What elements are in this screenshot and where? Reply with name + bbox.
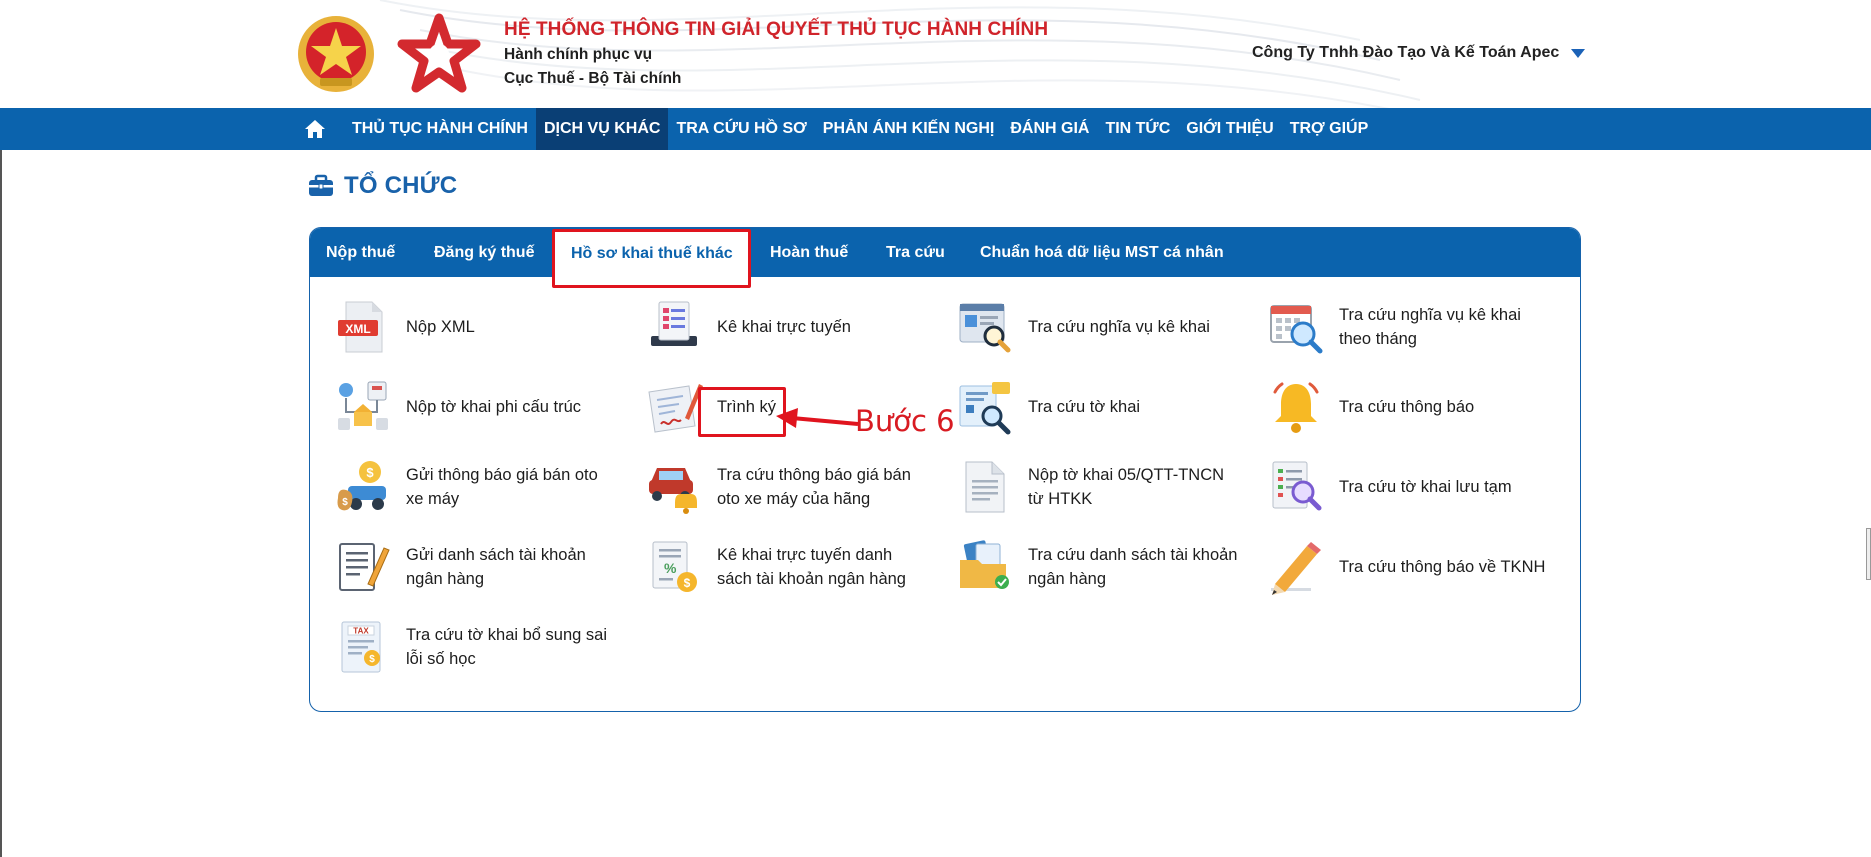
svg-text:$: $ (369, 654, 375, 665)
car-bell-icon (649, 468, 697, 514)
folder-check-icon (960, 540, 1009, 589)
nav-item-news[interactable]: TIN TỨC (1097, 108, 1178, 150)
nav-item-procedures[interactable]: THỦ TỤC HÀNH CHÍNH (344, 108, 536, 150)
service-item-lookup-draft-declaration[interactable]: Tra cứu tờ khai lưu tạm (1267, 458, 1549, 516)
nav-item-lookup-records[interactable]: TRA CỨU HỒ SƠ (668, 108, 814, 150)
user-name: Công Ty Tnhh Đào Tạo Và Kế Toán Apec (1252, 44, 1560, 61)
home-icon[interactable] (304, 108, 330, 150)
service-item-unstructured-form[interactable]: Nộp tờ khai phi cấu trúc (334, 378, 616, 436)
service-item-send-bank-account-list[interactable]: Gửi danh sách tài khoản ngân hàng (334, 538, 616, 596)
svg-text:$: $ (684, 576, 691, 590)
unstructured-form-icon (338, 381, 388, 430)
svg-text:XML: XML (345, 322, 370, 336)
service-item-label: Kê khai trực tuyến (717, 318, 851, 336)
svg-text:$: $ (366, 465, 374, 480)
service-item-lookup-arithmetic-error-supplement[interactable]: TAX $ Tra cứu tờ khai bổ sung sai lỗi số… (334, 618, 616, 676)
national-emblem-logo (298, 16, 374, 92)
svg-text:TAX: TAX (353, 627, 369, 636)
tab-lookup[interactable]: Tra cứu (886, 228, 945, 277)
service-item-label: Tra cứu nghĩa vụ kê khai (1028, 318, 1210, 336)
service-item-label: Tra cứu thông báo giá bán oto xe máy của… (717, 466, 911, 508)
services-card: Nộp thuế Đăng ký thuế Hồ sơ khai thuế kh… (309, 227, 1581, 712)
scrollbar-handle[interactable] (1866, 528, 1871, 580)
service-item-lookup-bank-account-list[interactable]: Tra cứu danh sách tài khoản ngân hàng (956, 538, 1238, 596)
service-item-label: Tra cứu thông báo về TKNH (1339, 558, 1546, 576)
service-item-label: Nộp tờ khai phi cấu trúc (406, 398, 581, 416)
svg-text:$: $ (342, 497, 348, 508)
tab-pay-tax[interactable]: Nộp thuế (326, 228, 395, 277)
highlight-box-tab (552, 229, 751, 288)
document-icon (965, 461, 1005, 513)
tax-department-star-logo (397, 13, 481, 93)
calendar-search-icon (1270, 305, 1323, 354)
bank-list-coin-icon: % $ (652, 541, 697, 592)
briefcase-icon (309, 174, 333, 196)
service-item-label: Gửi thông báo giá bán oto xe máy (406, 466, 598, 508)
services-tab-bar: Nộp thuế Đăng ký thuế Hồ sơ khai thuế kh… (310, 228, 1580, 283)
page-title: TỔ CHỨC (308, 172, 457, 200)
svg-text:%: % (664, 560, 677, 576)
service-item-label: Tra cứu tờ khai bổ sung sai lỗi số học (406, 626, 608, 668)
service-item-lookup-brand-vehicle-price[interactable]: Tra cứu thông báo giá bán oto xe máy của… (645, 458, 927, 516)
site-header: HỆ THỐNG THÔNG TIN GIẢI QUYẾT THỦ TỤC HÀ… (0, 0, 1871, 108)
service-item-label: Tra cứu tờ khai lưu tạm (1339, 478, 1512, 496)
service-item-lookup-bank-account-notice[interactable]: Tra cứu thông báo về TKNH (1267, 538, 1549, 596)
service-item-lookup-declaration-obligation[interactable]: Tra cứu nghĩa vụ kê khai (956, 298, 1238, 356)
service-item-online-declare-bank-accounts[interactable]: % $ Kê khai trực tuyến danh sách tài kho… (645, 538, 927, 596)
service-item-label: Tra cứu nghĩa vụ kê khai theo tháng (1339, 306, 1521, 348)
xml-file-icon: XML (338, 301, 383, 353)
service-item-submit-05-qtt-tncn[interactable]: Nộp tờ khai 05/QTT-TNCN từ HTKK (956, 458, 1238, 516)
annotation-arrow-icon (776, 408, 859, 428)
nav-item-rating[interactable]: ĐÁNH GIÁ (1002, 108, 1097, 150)
service-item-lookup-notice[interactable]: Tra cứu thông báo (1267, 378, 1549, 436)
search-obligation-icon (959, 303, 1011, 353)
tab-normalize-personal-tin[interactable]: Chuẩn hoá dữ liệu MST cá nhân (980, 228, 1224, 277)
search-form-icon (959, 382, 1011, 435)
service-item-label: Nộp tờ khai 05/QTT-TNCN từ HTKK (1028, 466, 1225, 508)
service-item-label: Tra cứu tờ khai (1028, 398, 1141, 416)
main-navigation: THỦ TỤC HÀNH CHÍNH DỊCH VỤ KHÁC TRA CỨU … (0, 108, 1871, 150)
service-item-label: Tra cứu thông báo (1339, 398, 1475, 416)
service-item-label: Kê khai trực tuyến danh sách tài khoản n… (717, 546, 906, 588)
service-item-label: Nộp XML (406, 318, 475, 336)
tab-tax-refund[interactable]: Hoàn thuế (770, 228, 848, 277)
draft-search-icon (1272, 461, 1322, 511)
service-item-label: Tra cứu danh sách tài khoản ngân hàng (1028, 546, 1238, 588)
service-item-submit-xml[interactable]: XML Nộp XML (334, 298, 616, 356)
service-item-lookup-declaration[interactable]: Tra cứu tờ khai (956, 378, 1238, 436)
nav-item-other-services[interactable]: DỊCH VỤ KHÁC (535, 108, 669, 150)
service-item-send-vehicle-price-notice[interactable]: $ $ Gửi thông báo giá bán oto xe máy (334, 458, 616, 516)
system-subtitle-service: Hành chính phục vụ (504, 46, 653, 63)
step-annotation-label: Bước 6 (855, 404, 955, 438)
nav-item-about[interactable]: GIỚI THIỆU (1178, 108, 1281, 150)
page-title-text: TỔ CHỨC (344, 172, 458, 199)
bell-icon (1273, 382, 1319, 433)
bank-list-pen-icon (339, 543, 390, 591)
service-item-online-declaration[interactable]: Kê khai trực tuyến (645, 298, 927, 356)
online-declaration-icon (651, 301, 697, 346)
vehicle-money-icon: $ $ (337, 461, 386, 511)
pencil-icon (1271, 542, 1321, 595)
system-title: HỆ THỐNG THÔNG TIN GIẢI QUYẾT THỦ TỤC HÀ… (504, 19, 1049, 40)
service-item-label: Gửi danh sách tài khoản ngân hàng (406, 546, 586, 588)
nav-item-help[interactable]: TRỢ GIÚP (1282, 108, 1377, 150)
sign-document-icon (648, 384, 703, 433)
tax-form-icon: TAX $ (341, 621, 381, 673)
system-subtitle-agency: Cục Thuế - Bộ Tài chính (504, 70, 682, 87)
caret-down-icon (1571, 48, 1586, 58)
nav-item-feedback[interactable]: PHẢN ÁNH KIẾN NGHỊ (815, 108, 1003, 150)
user-account-menu[interactable]: Công Ty Tnhh Đào Tạo Và Kế Toán Apec (1252, 44, 1586, 62)
service-item-lookup-monthly-obligation[interactable]: Tra cứu nghĩa vụ kê khai theo tháng (1267, 298, 1549, 356)
tab-tax-registration[interactable]: Đăng ký thuế (434, 228, 534, 277)
